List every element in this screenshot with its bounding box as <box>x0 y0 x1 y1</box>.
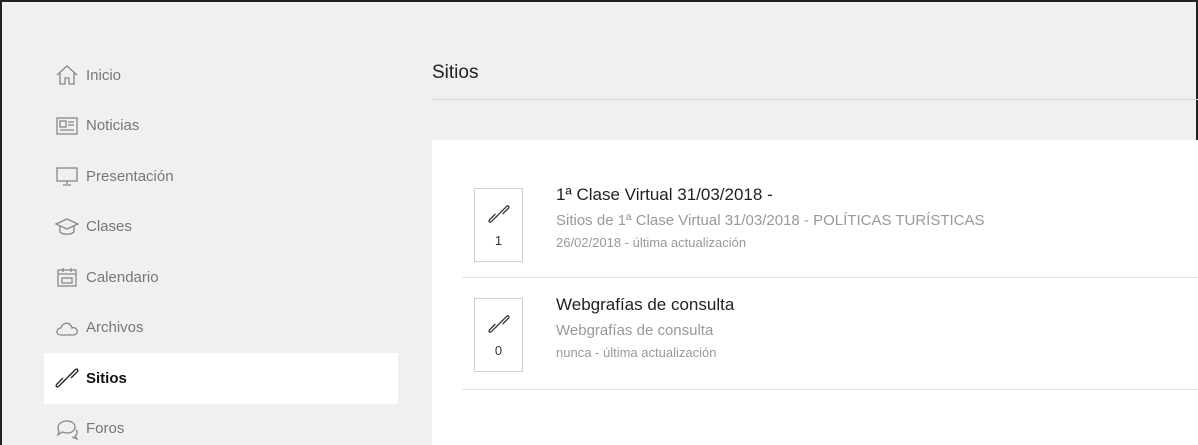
site-updated: 26/02/2018 - última actualización <box>556 235 747 250</box>
sidebar-item-label: Noticias <box>86 117 140 135</box>
home-icon <box>54 62 80 88</box>
link-count: 1 <box>494 232 503 248</box>
site-info: 1ª Clase Virtual 31/03/2018 - Sitios de … <box>556 184 985 252</box>
site-info: Webgrafías de consulta Webgrafías de con… <box>556 294 734 362</box>
link-count-box[interactable]: 1 <box>474 188 523 262</box>
sidebar-item-label: Presentación <box>86 167 174 185</box>
list-item[interactable]: 1 1ª Clase Virtual 31/03/2018 - Sitios d… <box>462 182 1198 278</box>
site-title[interactable]: 1ª Clase Virtual 31/03/2018 - <box>556 184 985 206</box>
sidebar-item-clases[interactable]: Clases <box>44 202 398 253</box>
newspaper-icon <box>54 113 80 139</box>
sidebar-item-inicio[interactable]: Inicio <box>44 50 398 101</box>
header-divider <box>432 99 1198 100</box>
sites-panel: 1 1ª Clase Virtual 31/03/2018 - Sitios d… <box>432 140 1198 445</box>
site-updated: nunca - última actualización <box>556 345 717 360</box>
link-count-box[interactable]: 0 <box>474 298 523 372</box>
link-icon <box>487 314 510 333</box>
sidebar-item-archivos[interactable]: Archivos <box>44 303 398 354</box>
list-item[interactable]: 0 Webgrafías de consulta Webgrafías de c… <box>462 278 1198 390</box>
sidebar-item-label: Sitios <box>86 369 127 387</box>
sidebar-item-label: Calendario <box>86 268 159 286</box>
link-icon <box>54 365 80 391</box>
site-title[interactable]: Webgrafías de consulta <box>556 294 734 316</box>
sidebar-item-presentacion[interactable]: Presentación <box>44 151 398 202</box>
sidebar-item-foros[interactable]: Foros <box>44 404 398 445</box>
site-description: Webgrafías de consulta <box>556 322 714 339</box>
sidebar-item-calendario[interactable]: Calendario <box>44 252 398 303</box>
link-count: 0 <box>494 342 503 358</box>
chat-bubbles-icon <box>54 416 80 442</box>
graduation-cap-icon <box>54 214 80 240</box>
cloud-icon <box>54 315 80 341</box>
page-title: Sitios <box>432 62 479 83</box>
monitor-icon <box>54 163 80 189</box>
sidebar-item-label: Foros <box>86 420 125 438</box>
link-icon <box>487 204 510 223</box>
sidebar-item-label: Inicio <box>86 66 122 84</box>
sidebar-item-label: Archivos <box>86 319 144 337</box>
sidebar-item-label: Clases <box>86 218 132 236</box>
sidebar: Inicio Noticias Presentación Clases Cale… <box>44 50 398 445</box>
sidebar-item-sitios[interactable]: Sitios <box>44 353 398 404</box>
calendar-icon <box>54 264 80 290</box>
site-description: Sitios de 1ª Clase Virtual 31/03/2018 - … <box>556 212 985 229</box>
sidebar-item-noticias[interactable]: Noticias <box>44 101 398 152</box>
